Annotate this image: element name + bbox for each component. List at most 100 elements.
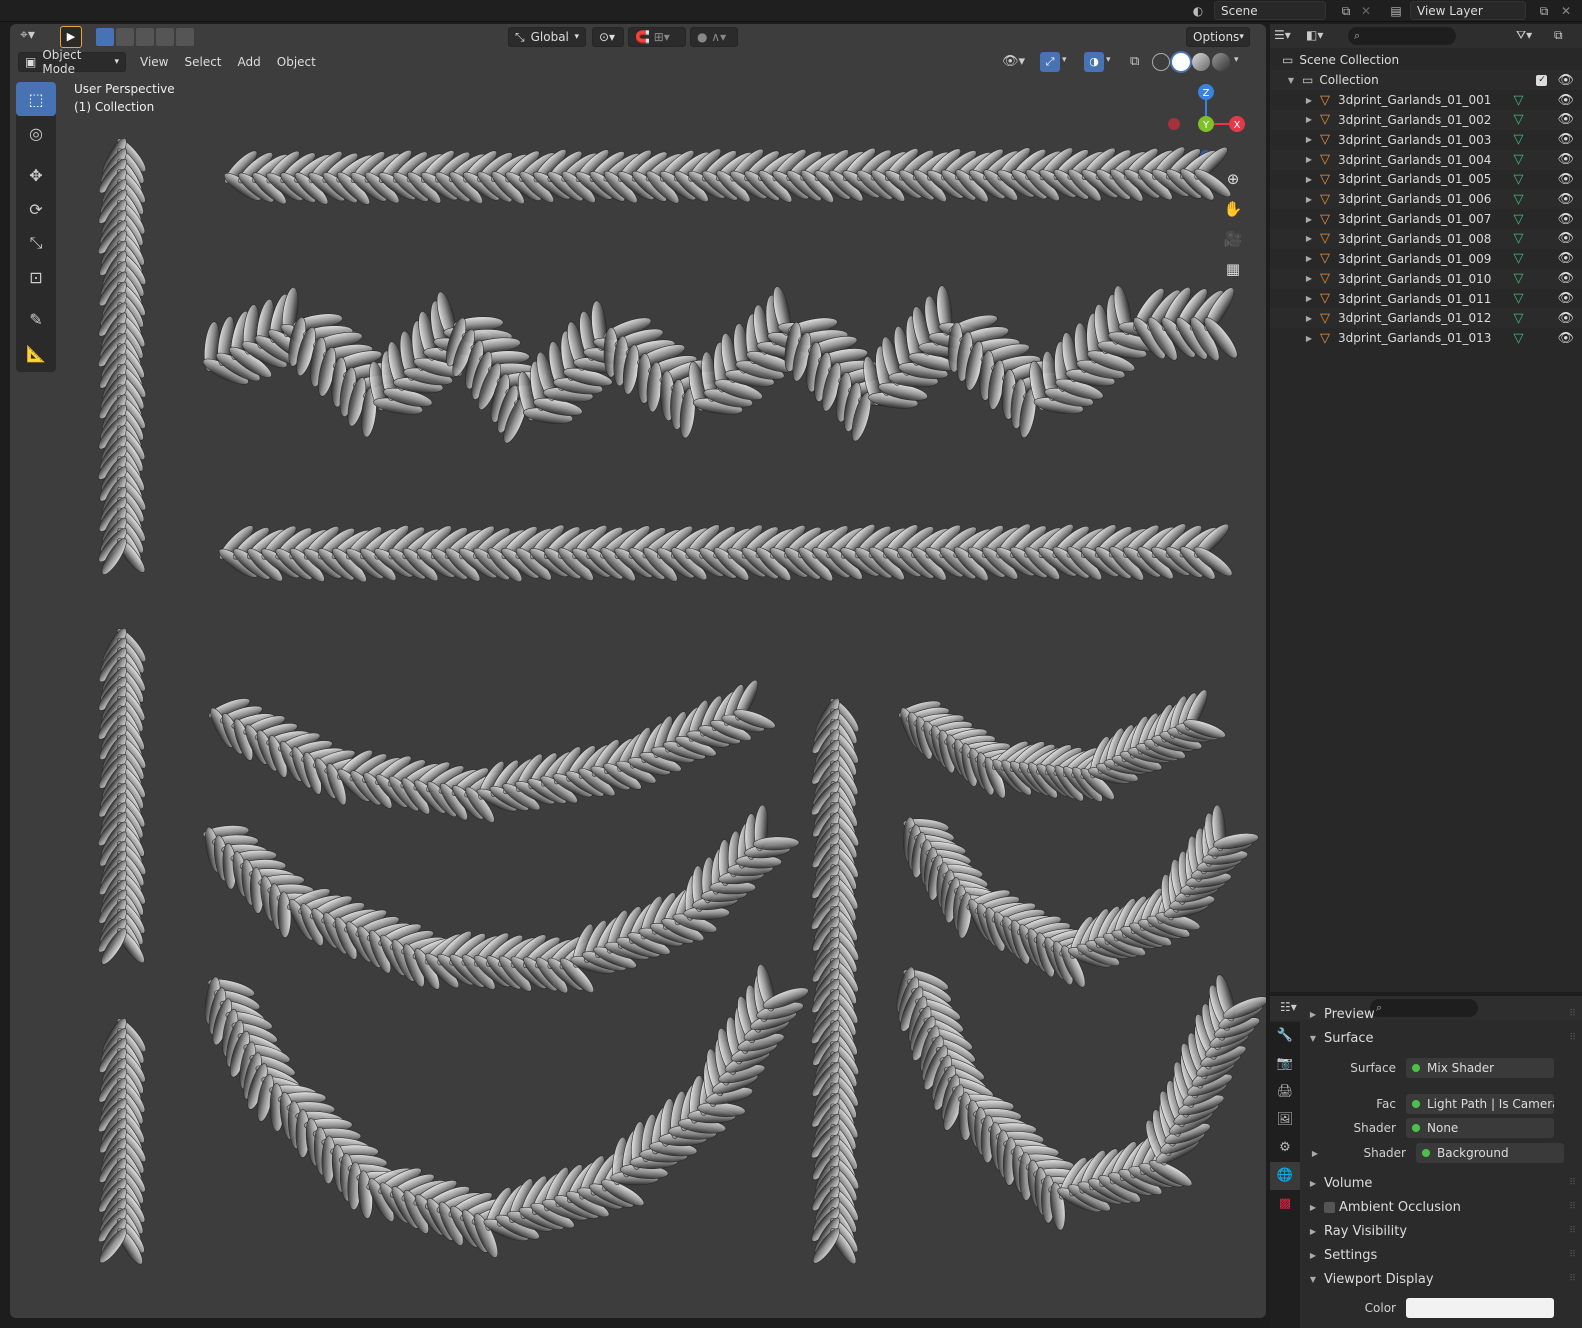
scene-tab-icon[interactable]: ⚙ — [1270, 1134, 1300, 1162]
outliner-object-row[interactable]: ▶ ▽ 3dprint_Garlands_01_008 ▽ 👁 — [1270, 228, 1582, 249]
mesh-data-icon[interactable]: ▽ — [1513, 172, 1523, 187]
expand-triangle-icon[interactable]: ▶ — [1304, 96, 1314, 105]
outliner-object-row[interactable]: ▶ ▽ 3dprint_Garlands_01_012 ▽ 👁 — [1270, 308, 1582, 329]
outliner-object-row[interactable]: ▶ ▽ 3dprint_Garlands_01_002 ▽ 👁 — [1270, 109, 1582, 130]
output-tab-icon[interactable]: 🖨 — [1270, 1078, 1300, 1106]
shader2-field[interactable]: Background — [1416, 1143, 1564, 1163]
outliner-object-row[interactable]: ▶ ▽ 3dprint_Garlands_01_013 ▽ 👁 — [1270, 328, 1582, 348]
mesh-data-icon[interactable]: ▽ — [1513, 152, 1523, 167]
world-tab-icon[interactable]: 🌐 — [1270, 1162, 1300, 1190]
mesh-data-icon[interactable]: ▽ — [1513, 192, 1523, 207]
expand-triangle-icon[interactable]: ▶ — [1304, 234, 1314, 243]
drag-grip-icon[interactable]: ⠿ — [1569, 1009, 1576, 1019]
expand-triangle-icon[interactable]: ▶ — [1304, 294, 1314, 303]
eye-icon[interactable]: 👁 — [1557, 93, 1574, 108]
view-layer-tab-icon[interactable]: 🖼 — [1270, 1106, 1300, 1134]
eye-icon[interactable]: 👁 — [1557, 73, 1574, 88]
eye-icon[interactable]: 👁 — [1557, 172, 1574, 187]
new-scene-icon[interactable]: ⧉ — [1336, 2, 1356, 20]
outliner-object-row[interactable]: ▶ ▽ 3dprint_Garlands_01_001 ▽ 👁 — [1270, 90, 1582, 110]
display-mode-icon[interactable]: ◧▾ — [1306, 28, 1323, 42]
outliner-search-input[interactable]: ⌕ — [1348, 27, 1456, 45]
expand-triangle-icon[interactable]: ▶ — [1304, 334, 1314, 343]
editor-type-icon[interactable]: ☰▾ — [1274, 28, 1291, 42]
drag-grip-icon[interactable]: ⠿ — [1569, 1202, 1576, 1212]
color-swatch[interactable] — [1406, 1298, 1554, 1318]
eye-icon[interactable]: 👁 — [1557, 112, 1574, 127]
eye-icon[interactable]: 👁 — [1557, 192, 1574, 207]
settings-panel-header[interactable]: ▶ Settings ⠿ — [1300, 1243, 1582, 1267]
shader1-field[interactable]: None — [1406, 1118, 1554, 1138]
surface-panel-header[interactable]: ▼ Surface ⠿ — [1300, 1026, 1582, 1050]
expand-triangle-icon[interactable]: ▼ — [1286, 76, 1296, 85]
drag-grip-icon[interactable]: ⠿ — [1569, 1226, 1576, 1236]
fac-field[interactable]: Light Path | Is Camera R... — [1406, 1094, 1554, 1114]
drag-grip-icon[interactable]: ⠿ — [1569, 1274, 1576, 1284]
checkbox-icon[interactable]: ✓ — [1536, 74, 1548, 86]
new-view-layer-icon[interactable]: ⧉ — [1534, 2, 1554, 20]
preview-panel-header[interactable]: ▶ Preview ⠿ — [1300, 1002, 1582, 1026]
eye-icon[interactable]: 👁 — [1557, 271, 1574, 286]
view-layer-field[interactable]: View Layer — [1410, 1, 1526, 20]
eye-icon[interactable]: 👁 — [1557, 331, 1574, 346]
outliner-object-row[interactable]: ▶ ▽ 3dprint_Garlands_01_006 ▽ 👁 — [1270, 189, 1582, 210]
outliner-object-row[interactable]: ▶ ▽ 3dprint_Garlands_01_010 ▽ 👁 — [1270, 268, 1582, 289]
expand-triangle-icon[interactable]: ▶ — [1304, 135, 1314, 144]
expand-triangle-icon[interactable]: ▶ — [1304, 195, 1314, 204]
scene-objects[interactable] — [10, 24, 1266, 1318]
outliner-object-row[interactable]: ▶ ▽ 3dprint_Garlands_01_007 ▽ 👁 — [1270, 209, 1582, 229]
view-layer-icon[interactable]: ▤ — [1386, 2, 1406, 20]
volume-panel-header[interactable]: ▶ Volume ⠿ — [1300, 1171, 1582, 1195]
outliner-object-row[interactable]: ▶ ▽ 3dprint_Garlands_01_003 ▽ 👁 — [1270, 130, 1582, 150]
mesh-data-icon[interactable]: ▽ — [1513, 331, 1523, 346]
eye-icon[interactable]: 👁 — [1557, 132, 1574, 147]
eye-icon[interactable]: 👁 — [1557, 152, 1574, 167]
delete-view-layer-icon[interactable]: ✕ — [1556, 2, 1576, 20]
mesh-data-icon[interactable]: ▽ — [1513, 271, 1523, 286]
texture-tab-icon[interactable]: ▩ — [1270, 1190, 1300, 1218]
eye-icon[interactable]: 👁 — [1557, 311, 1574, 326]
outliner-object-row[interactable]: ▶ ▽ 3dprint_Garlands_01_005 ▽ 👁 — [1270, 169, 1582, 189]
mesh-data-icon[interactable]: ▽ — [1513, 291, 1523, 306]
collapsed-triangle-icon[interactable]: ▶ — [1310, 1149, 1320, 1158]
ray-visibility-panel-header[interactable]: ▶ Ray Visibility ⠿ — [1300, 1219, 1582, 1243]
delete-scene-icon[interactable]: ✕ — [1356, 2, 1376, 20]
mesh-data-icon[interactable]: ▽ — [1513, 93, 1523, 108]
viewport-display-panel-header[interactable]: ▼ Viewport Display ⠿ — [1300, 1267, 1582, 1291]
scene-collection-row[interactable]: ▭ Scene Collection — [1270, 50, 1582, 70]
outliner-object-row[interactable]: ▶ ▽ 3dprint_Garlands_01_004 ▽ 👁 — [1270, 149, 1582, 170]
ao-checkbox[interactable] — [1324, 1201, 1335, 1213]
eye-icon[interactable]: 👁 — [1557, 251, 1574, 266]
scene-selector-icon[interactable]: ◐ — [1188, 2, 1208, 20]
mesh-data-icon[interactable]: ▽ — [1513, 311, 1523, 326]
tool-tab-icon[interactable]: 🔧 — [1270, 1022, 1300, 1050]
expand-triangle-icon[interactable]: ▶ — [1304, 274, 1314, 283]
mesh-data-icon[interactable]: ▽ — [1513, 251, 1523, 266]
outliner-object-row[interactable]: ▶ ▽ 3dprint_Garlands_01_009 ▽ 👁 — [1270, 249, 1582, 269]
filter-icon[interactable]: ⛛▾ — [1516, 28, 1532, 43]
expand-triangle-icon[interactable]: ▶ — [1304, 175, 1314, 184]
editor-type-icon[interactable]: ☷▾ — [1280, 1000, 1297, 1014]
mesh-data-icon[interactable]: ▽ — [1513, 231, 1523, 246]
drag-grip-icon[interactable]: ⠿ — [1569, 1250, 1576, 1260]
eye-icon[interactable]: 👁 — [1557, 231, 1574, 246]
3d-viewport[interactable]: ⌖▾ ▶ ⤡ Global ▾ ⊙▾ 🧲 ⊞▾ ● ∧▾ Options ▾ ▣… — [10, 24, 1266, 1318]
drag-grip-icon[interactable]: ⠿ — [1569, 1178, 1576, 1188]
mesh-data-icon[interactable]: ▽ — [1513, 132, 1523, 147]
mesh-data-icon[interactable]: ▽ — [1513, 212, 1523, 227]
outliner-object-row[interactable]: ▶ ▽ 3dprint_Garlands_01_011 ▽ 👁 — [1270, 289, 1582, 309]
scene-field[interactable]: Scene — [1214, 1, 1326, 20]
expand-triangle-icon[interactable]: ▶ — [1304, 155, 1314, 164]
expand-triangle-icon[interactable]: ▶ — [1304, 314, 1314, 323]
mesh-data-icon[interactable]: ▽ — [1513, 112, 1523, 127]
new-collection-icon[interactable]: ⧉ — [1554, 28, 1563, 43]
expand-triangle-icon[interactable]: ▶ — [1304, 254, 1314, 263]
surface-shader-field[interactable]: Mix Shader — [1406, 1058, 1554, 1078]
expand-triangle-icon[interactable]: ▶ — [1304, 115, 1314, 124]
ambient-occlusion-panel-header[interactable]: ▶ Ambient Occlusion ⠿ — [1300, 1195, 1582, 1219]
collection-row[interactable]: ▼ ▭ Collection ✓ 👁 — [1270, 70, 1582, 90]
eye-icon[interactable]: 👁 — [1557, 291, 1574, 306]
render-tab-icon[interactable]: 📷 — [1270, 1050, 1300, 1078]
eye-icon[interactable]: 👁 — [1557, 212, 1574, 227]
expand-triangle-icon[interactable]: ▶ — [1304, 215, 1314, 224]
